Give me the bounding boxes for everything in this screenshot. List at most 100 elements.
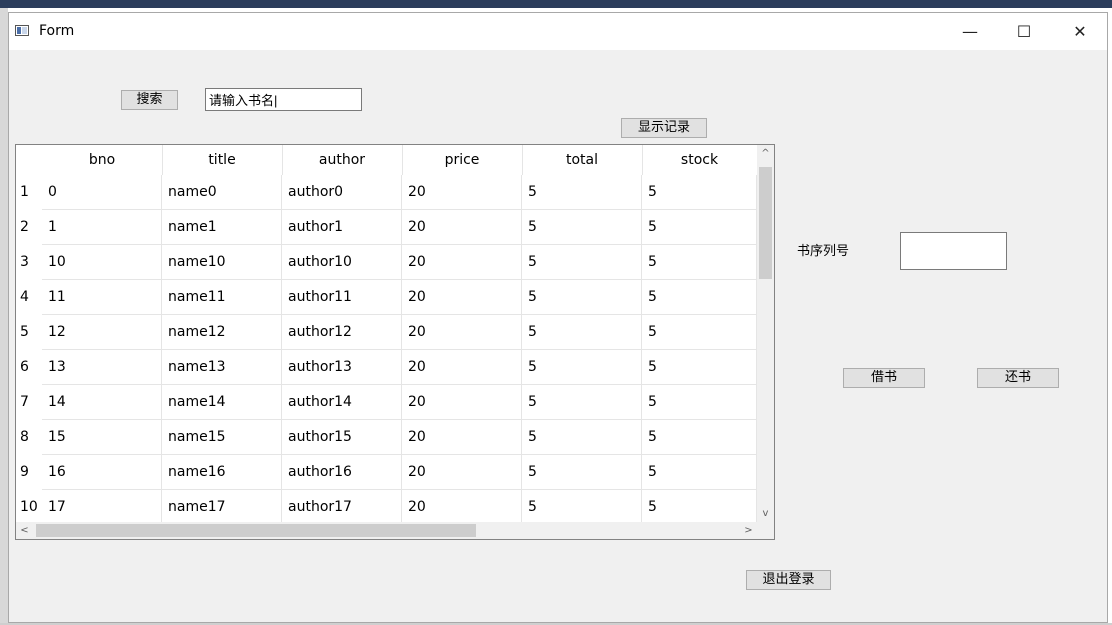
table-cell-title[interactable]: name12 [162, 315, 282, 350]
table-row[interactable]: 4 11 name11 author11 20 5 5 [16, 280, 757, 315]
table-row[interactable]: 9 16 name16 author16 20 5 5 [16, 455, 757, 490]
table-cell-bno[interactable]: 15 [42, 420, 162, 455]
table-cell-price[interactable]: 20 [402, 245, 522, 280]
column-header-total[interactable]: total [522, 145, 642, 175]
table-cell-title[interactable]: name17 [162, 490, 282, 522]
row-number[interactable]: 3 [16, 245, 42, 280]
table-cell-bno[interactable]: 16 [42, 455, 162, 490]
logout-button[interactable]: 退出登录 [746, 570, 831, 590]
table-cell-bno[interactable]: 12 [42, 315, 162, 350]
vertical-scrollbar[interactable]: ^ v [757, 145, 774, 522]
table-cell-price[interactable]: 20 [402, 385, 522, 420]
table-cell-title[interactable]: name16 [162, 455, 282, 490]
table-cell-title[interactable]: name0 [162, 175, 282, 210]
table-cell-title[interactable]: name1 [162, 210, 282, 245]
table-cell-title[interactable]: name10 [162, 245, 282, 280]
table-cell-stock[interactable]: 5 [642, 175, 757, 210]
row-number[interactable]: 9 [16, 455, 42, 490]
table-cell-price[interactable]: 20 [402, 175, 522, 210]
table-cell-total[interactable]: 5 [522, 490, 642, 522]
table-cell-total[interactable]: 5 [522, 315, 642, 350]
row-number[interactable]: 2 [16, 210, 42, 245]
table-row[interactable]: 2 1 name1 author1 20 5 5 [16, 210, 757, 245]
table-row[interactable]: 10 17 name17 author17 20 5 5 [16, 490, 757, 522]
table-cell-price[interactable]: 20 [402, 280, 522, 315]
minimize-button[interactable]: — [947, 13, 993, 50]
book-name-input[interactable] [205, 88, 362, 111]
table-cell-author[interactable]: author1 [282, 210, 402, 245]
vertical-scroll-thumb[interactable] [759, 167, 772, 279]
close-button[interactable]: ✕ [1057, 13, 1103, 50]
row-number[interactable]: 1 [16, 175, 42, 210]
row-number[interactable]: 7 [16, 385, 42, 420]
table-cell-bno[interactable]: 17 [42, 490, 162, 522]
table-cell-price[interactable]: 20 [402, 455, 522, 490]
table-cell-stock[interactable]: 5 [642, 490, 757, 522]
table-cell-total[interactable]: 5 [522, 280, 642, 315]
table-cell-author[interactable]: author16 [282, 455, 402, 490]
table-cell-price[interactable]: 20 [402, 490, 522, 522]
column-header-price[interactable]: price [402, 145, 522, 175]
row-number[interactable]: 6 [16, 350, 42, 385]
table-cell-title[interactable]: name14 [162, 385, 282, 420]
column-header-stock[interactable]: stock [642, 145, 757, 175]
serial-number-input[interactable] [900, 232, 1007, 270]
scroll-left-arrow-icon[interactable]: < [16, 522, 33, 539]
column-header-author[interactable]: author [282, 145, 402, 175]
table-row[interactable]: 7 14 name14 author14 20 5 5 [16, 385, 757, 420]
row-number[interactable]: 8 [16, 420, 42, 455]
table-cell-stock[interactable]: 5 [642, 210, 757, 245]
table-cell-author[interactable]: author15 [282, 420, 402, 455]
table-cell-author[interactable]: author12 [282, 315, 402, 350]
table-row[interactable]: 1 0 name0 author0 20 5 5 [16, 175, 757, 210]
table-cell-bno[interactable]: 1 [42, 210, 162, 245]
horizontal-scrollbar[interactable]: < > [16, 522, 757, 539]
table-cell-author[interactable]: author13 [282, 350, 402, 385]
table-cell-total[interactable]: 5 [522, 245, 642, 280]
table-cell-stock[interactable]: 5 [642, 280, 757, 315]
table-cell-stock[interactable]: 5 [642, 350, 757, 385]
table-cell-author[interactable]: author17 [282, 490, 402, 522]
column-header-title[interactable]: title [162, 145, 282, 175]
table-cell-bno[interactable]: 14 [42, 385, 162, 420]
table-cell-bno[interactable]: 13 [42, 350, 162, 385]
scroll-down-arrow-icon[interactable]: v [757, 505, 774, 522]
table-cell-total[interactable]: 5 [522, 210, 642, 245]
row-number[interactable]: 5 [16, 315, 42, 350]
table-cell-bno[interactable]: 10 [42, 245, 162, 280]
table-cell-title[interactable]: name13 [162, 350, 282, 385]
table-cell-bno[interactable]: 0 [42, 175, 162, 210]
horizontal-scroll-thumb[interactable] [36, 524, 476, 537]
table-cell-stock[interactable]: 5 [642, 455, 757, 490]
table-cell-title[interactable]: name15 [162, 420, 282, 455]
table-cell-title[interactable]: name11 [162, 280, 282, 315]
table-cell-stock[interactable]: 5 [642, 315, 757, 350]
scroll-right-arrow-icon[interactable]: > [740, 522, 757, 539]
borrow-button[interactable]: 借书 [843, 368, 925, 388]
table-cell-total[interactable]: 5 [522, 385, 642, 420]
return-button[interactable]: 还书 [977, 368, 1059, 388]
scroll-up-arrow-icon[interactable]: ^ [757, 145, 774, 162]
show-records-button[interactable]: 显示记录 [621, 118, 707, 138]
table-cell-total[interactable]: 5 [522, 350, 642, 385]
table-cell-price[interactable]: 20 [402, 315, 522, 350]
table-row[interactable]: 3 10 name10 author10 20 5 5 [16, 245, 757, 280]
table-row[interactable]: 5 12 name12 author12 20 5 5 [16, 315, 757, 350]
table-cell-bno[interactable]: 11 [42, 280, 162, 315]
table-cell-total[interactable]: 5 [522, 420, 642, 455]
search-button[interactable]: 搜索 [121, 90, 178, 110]
row-number[interactable]: 10 [16, 490, 42, 522]
table-cell-author[interactable]: author0 [282, 175, 402, 210]
table-cell-stock[interactable]: 5 [642, 385, 757, 420]
table-cell-stock[interactable]: 5 [642, 420, 757, 455]
table-cell-price[interactable]: 20 [402, 420, 522, 455]
table-cell-total[interactable]: 5 [522, 455, 642, 490]
table-row[interactable]: 6 13 name13 author13 20 5 5 [16, 350, 757, 385]
table-cell-author[interactable]: author11 [282, 280, 402, 315]
books-table[interactable]: bno title author price total stock 1 0 name0 aut… [15, 144, 775, 540]
maximize-button[interactable]: ☐ [1001, 13, 1047, 50]
table-cell-stock[interactable]: 5 [642, 245, 757, 280]
title-bar[interactable]: Form — ☐ ✕ [9, 13, 1107, 50]
table-cell-author[interactable]: author14 [282, 385, 402, 420]
row-number[interactable]: 4 [16, 280, 42, 315]
